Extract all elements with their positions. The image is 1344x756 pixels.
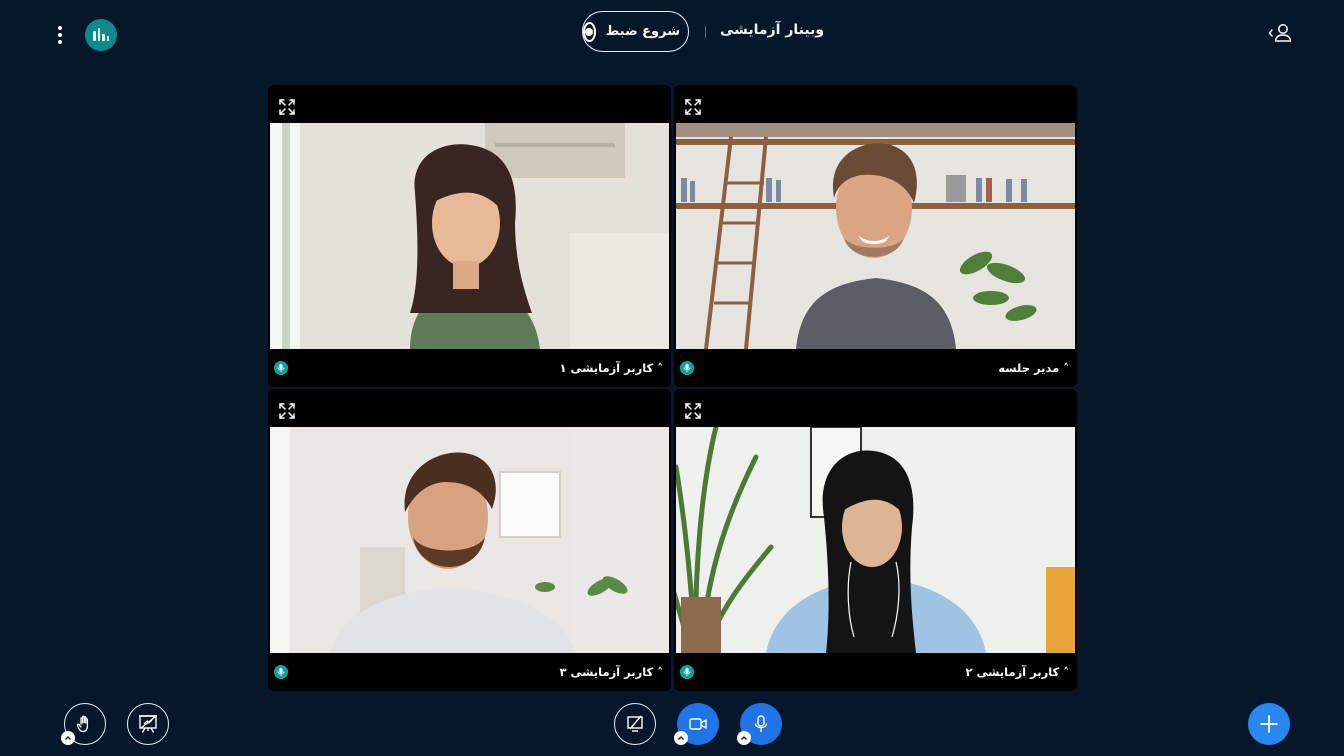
screen-share-off-icon: [627, 715, 643, 732]
participant-name-bar: ˄ مدیر جلسه: [674, 349, 1077, 387]
participant-name-bar: ˄ کاربر آزمایشی ۲: [674, 653, 1077, 691]
participant-tile-user3[interactable]: ˄ کاربر آزمایشی ۳: [268, 389, 671, 691]
hand-icon: [76, 715, 89, 733]
expand-icon[interactable]: [278, 98, 296, 116]
page-title: وبینار آزمایشی: [720, 22, 825, 38]
record-label: شروع ضبط: [605, 24, 680, 39]
plus-icon: [1260, 715, 1278, 733]
participant-name[interactable]: ˄ کاربر آزمایشی ۱: [559, 361, 663, 375]
participant-tile-user2[interactable]: ˄ کاربر آزمایشی ۲: [674, 389, 1077, 691]
presentation-button[interactable]: [127, 703, 169, 745]
chevron-up-icon: [65, 736, 71, 740]
more-vertical-icon: [58, 26, 62, 30]
video-camera-icon: [689, 718, 707, 730]
participant-video: [676, 427, 1075, 653]
video-grid: ˄ کاربر آزمایشی ۱ ˄ مدیر جلسه ˄ کاربر آز…: [268, 85, 1077, 691]
participant-name[interactable]: ˄ کاربر آزمایشی ۲: [965, 665, 1069, 679]
mic-active-icon: [274, 665, 288, 679]
microphone-options-toggle[interactable]: [737, 731, 751, 745]
screen-share-button[interactable]: [614, 703, 656, 745]
start-recording-button[interactable]: شروع ضبط: [582, 11, 689, 52]
presentation-icon: [139, 715, 157, 733]
header-divider: [705, 26, 706, 38]
participant-tile-host[interactable]: ˄ مدیر جلسه: [674, 85, 1077, 387]
participant-name[interactable]: ˄ کاربر آزمایشی ۳: [559, 665, 663, 679]
stats-logo-icon[interactable]: [85, 19, 117, 51]
raise-hand-options-toggle[interactable]: [61, 731, 75, 745]
mic-active-icon: [680, 665, 694, 679]
user-panel-button[interactable]: [1268, 20, 1294, 46]
mic-active-icon: [680, 361, 694, 375]
mic-active-icon: [274, 361, 288, 375]
user-icon: [1268, 24, 1292, 42]
participant-name[interactable]: ˄ مدیر جلسه: [998, 361, 1069, 375]
chevron-up-icon: [678, 736, 684, 740]
record-icon: [583, 21, 596, 42]
more-options-button[interactable]: [50, 22, 70, 48]
chevron-up-icon: [741, 736, 747, 740]
camera-options-toggle[interactable]: [674, 731, 688, 745]
participant-video: [676, 123, 1075, 349]
expand-icon[interactable]: [684, 98, 702, 116]
participant-tile-user1[interactable]: ˄ کاربر آزمایشی ۱: [268, 85, 671, 387]
expand-icon[interactable]: [278, 402, 296, 420]
participant-video: [270, 427, 669, 653]
add-action-button[interactable]: [1248, 703, 1290, 745]
participant-name-bar: ˄ کاربر آزمایشی ۳: [268, 653, 671, 691]
participant-video: [270, 123, 669, 349]
participant-name-bar: ˄ کاربر آزمایشی ۱: [268, 349, 671, 387]
expand-icon[interactable]: [684, 402, 702, 420]
webinar-app: شروع ضبط وبینار آزمایشی ˄ کاربر آزمایشی …: [0, 0, 1344, 756]
microphone-icon: [754, 715, 768, 732]
